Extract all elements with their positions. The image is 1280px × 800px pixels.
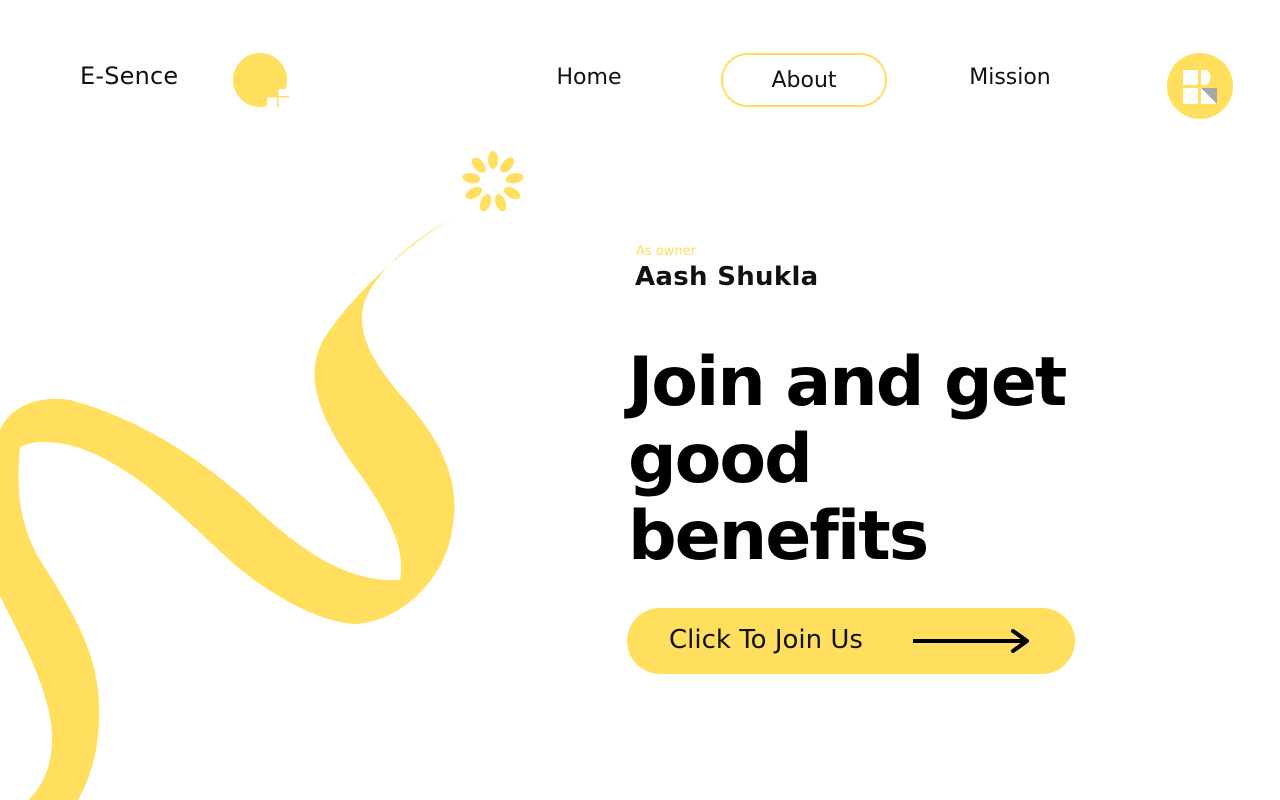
nav-mission[interactable]: Mission	[950, 53, 1070, 107]
owner-name: Aash Shukla	[635, 262, 819, 292]
landing-page: E-Sence Home About Mission As owner Aash…	[0, 0, 1280, 800]
grid-logo-icon	[1183, 70, 1217, 104]
flower-icon	[462, 151, 524, 212]
ribbon-shape	[0, 213, 462, 800]
hero-headline: Join and get good benefits	[628, 344, 1188, 575]
join-button-label: Click To Join Us	[669, 625, 863, 655]
main-nav: Home About Mission	[0, 53, 1280, 107]
profile-button[interactable]	[1167, 53, 1233, 119]
arrow-right-icon	[913, 629, 1029, 653]
owner-label: As owner	[636, 244, 696, 259]
headline-line: Join and get	[628, 343, 1067, 422]
nav-about[interactable]: About	[721, 53, 887, 107]
headline-line: good	[628, 420, 813, 499]
nav-home[interactable]: Home	[540, 53, 638, 107]
join-button[interactable]: Click To Join Us	[627, 608, 1075, 674]
headline-line: benefits	[628, 497, 929, 576]
